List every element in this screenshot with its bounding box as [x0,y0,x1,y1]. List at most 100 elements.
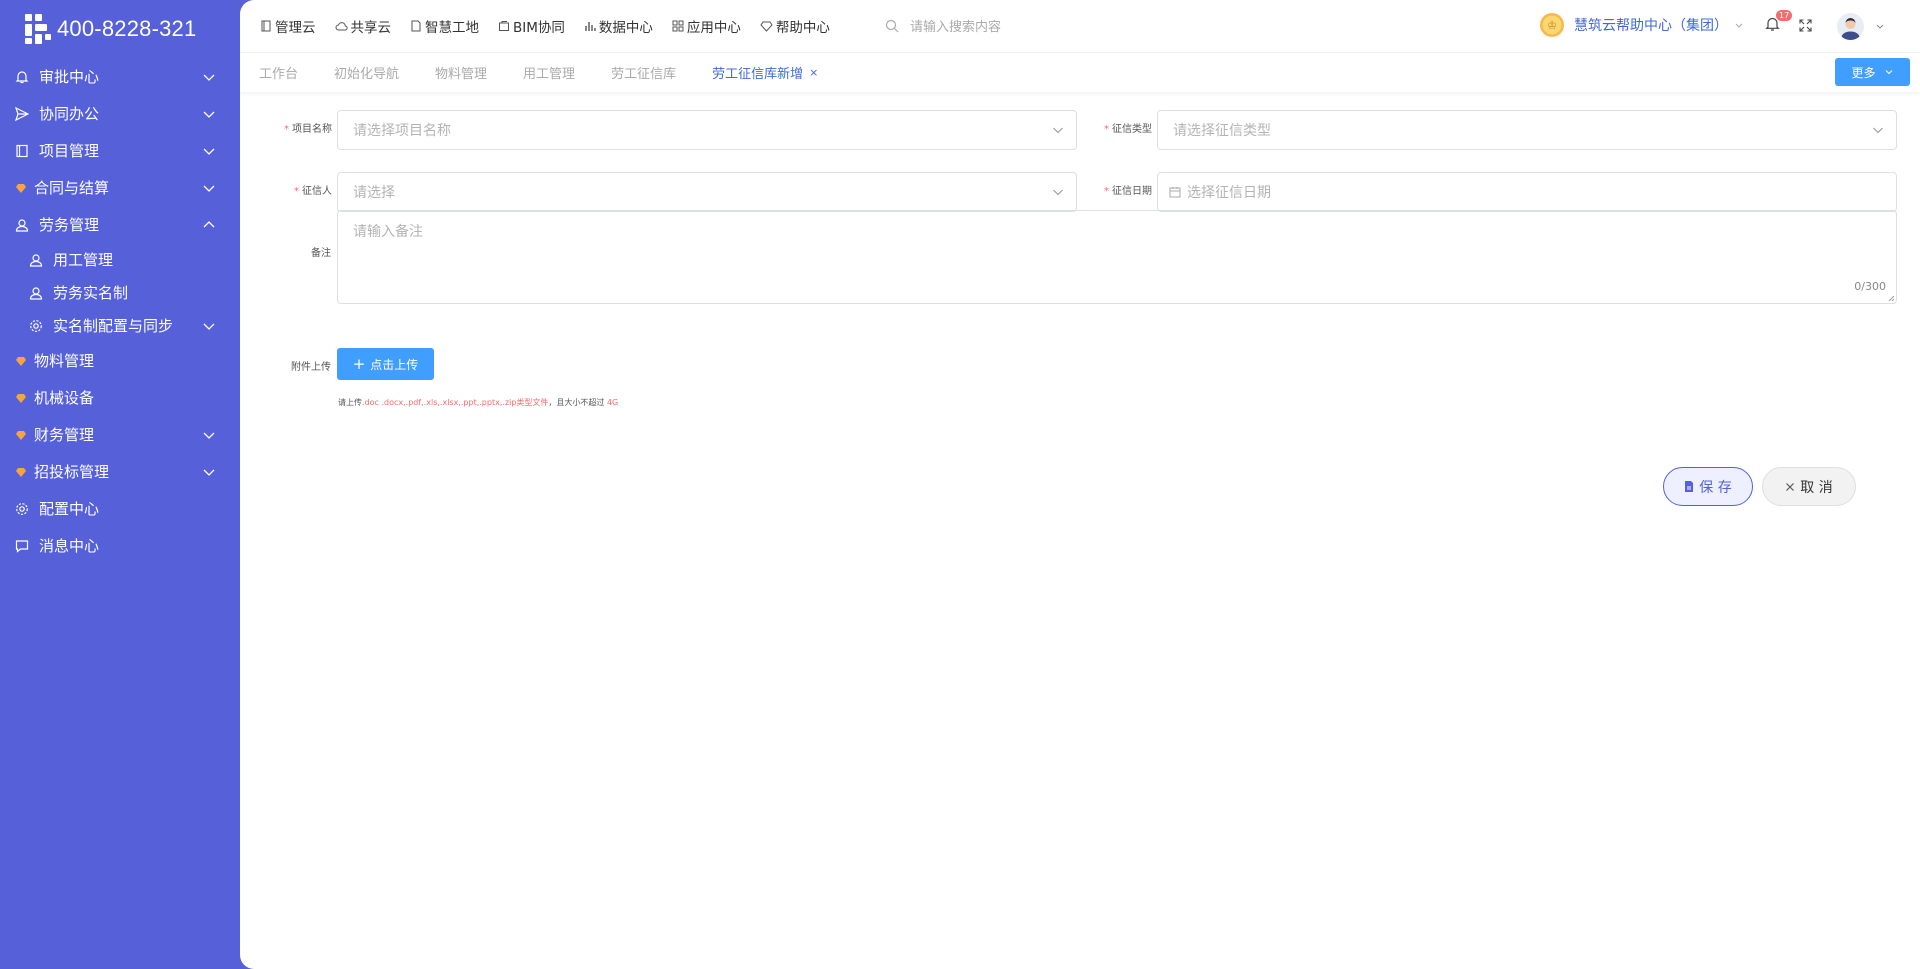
sidebar-item-labor[interactable]: 劳务管理 [0,206,240,243]
tab-employment[interactable]: 用工管理 [523,63,575,82]
sidebar-item-approval[interactable]: 审批中心 [0,58,240,95]
credit-person-select[interactable]: 请选择 [337,172,1077,212]
sidebar-item-project[interactable]: 项目管理 [0,132,240,169]
topnav-help-center[interactable]: 帮助中心 [760,16,830,36]
chat-icon [14,538,30,554]
tab-materials[interactable]: 物料管理 [435,63,487,82]
credit-person-label: * 征信人 [294,186,332,197]
topnav-label: 管理云 [275,20,316,36]
fullscreen-icon[interactable] [1799,19,1812,32]
upload-hint: 请上传.doc .docx,.pdf,.xls,.xlsx,.ppt,.pptx… [338,398,619,407]
tab-label: 劳工征信库新增 [712,67,804,82]
tab-label: 初始化导航 [334,67,400,82]
logo[interactable]: 400-8228-321 [0,0,240,58]
sidebar: 400-8228-321 审批中心 协同办公 项目管理 合同与结算 劳务管理 用… [0,0,240,969]
sidebar-item-messages[interactable]: 消息中心 [0,527,240,564]
topnav-management-cloud[interactable]: 管理云 [260,16,316,36]
sidebar-item-label: 协同办公 [39,105,100,123]
top-nav: 管理云 共享云 智慧工地 BIM协同 数据中心 应用中心 帮助中心 [260,16,849,36]
top-bar: 管理云 共享云 智慧工地 BIM协同 数据中心 应用中心 帮助中心 请输入搜索内… [240,0,1920,52]
sidebar-item-real-name-config[interactable]: 实名制配置与同步 [0,309,240,342]
chevron-down-icon [1053,127,1063,134]
sidebar-item-materials[interactable]: 物料管理 [0,342,240,379]
gear-icon [14,501,30,517]
sidebar-nav: 审批中心 协同办公 项目管理 合同与结算 劳务管理 用工管理 劳务实名制 实名制… [0,58,240,564]
cancel-button[interactable]: 取 消 [1762,467,1856,506]
tab-label: 物料管理 [435,67,488,82]
close-icon[interactable]: × [809,66,818,79]
sidebar-item-collaboration[interactable]: 协同办公 [0,95,240,132]
sidebar-item-label: 项目管理 [39,142,100,160]
attachment-label: 附件上传 [291,362,331,373]
search-icon [885,19,899,32]
tab-workbench[interactable]: 工作台 [259,63,298,82]
upload-button[interactable]: + 点击上传 [337,348,434,380]
search-input[interactable]: 请输入搜索内容 [910,16,1001,35]
credit-type-placeholder: 请选择征信类型 [1173,123,1271,139]
sidebar-item-machinery[interactable]: 机械设备 [0,379,240,416]
hotline-number: 400-8228-321 [57,16,197,41]
sidebar-item-bidding[interactable]: 招投标管理 [0,453,240,490]
sidebar-item-config[interactable]: 配置中心 [0,490,240,527]
chevron-down-icon [203,111,215,118]
gem-icon [16,393,26,403]
more-label: 更多 [1851,65,1876,80]
document-icon [411,20,421,32]
topnav-label: 数据中心 [598,20,653,36]
chevron-down-icon[interactable] [1875,21,1885,31]
credit-type-select[interactable]: 请选择征信类型 [1157,110,1897,150]
sidebar-item-employment[interactable]: 用工管理 [0,243,240,276]
sidebar-item-real-name[interactable]: 劳务实名制 [0,276,240,309]
gem-icon [16,356,26,366]
credit-date-picker[interactable]: 选择征信日期 [1157,172,1897,212]
resize-handle-icon[interactable] [1887,294,1895,302]
more-button[interactable]: 更多 [1835,58,1910,86]
tab-credit-library[interactable]: 劳工征信库 [611,63,676,82]
bell-icon [14,69,30,85]
bim-icon [499,21,509,31]
save-button[interactable]: 保 存 [1663,467,1753,506]
calendar-icon [1169,187,1181,198]
topnav-label: BIM协同 [513,20,565,36]
gear-icon [28,318,44,334]
chevron-down-icon [203,432,215,439]
sidebar-item-finance[interactable]: 财务管理 [0,416,240,453]
sidebar-item-label: 合同与结算 [34,179,110,197]
gem-icon [16,430,26,440]
close-icon [1786,482,1795,491]
chevron-down-icon [1735,23,1743,28]
chevron-up-icon [203,220,215,227]
tab-credit-library-new[interactable]: 劳工征信库新增 × [712,63,818,82]
topnav-label: 帮助中心 [775,20,830,36]
topnav-shared-cloud[interactable]: 共享云 [335,16,391,36]
topnav-bim[interactable]: BIM协同 [498,16,565,36]
remark-textarea[interactable]: 请输入备注 0/300 [337,210,1897,304]
main-panel: 管理云 共享云 智慧工地 BIM协同 数据中心 应用中心 帮助中心 请输入搜索内… [240,0,1920,969]
topnav-smart-site[interactable]: 智慧工地 [410,16,479,36]
remark-label: 备注 [311,248,331,259]
tab-label: 用工管理 [523,67,576,82]
sidebar-item-label: 招投标管理 [34,463,110,481]
credit-date-placeholder: 选择征信日期 [1187,185,1271,201]
org-switcher[interactable]: ♔ 慧筑云帮助中心（集团） [1540,13,1744,37]
credit-form: * 项目名称 请选择项目名称 * 征信类型 请选择征信类型 * 征信人 请选择 * 征信… [240,92,1920,969]
notification-badge: 17 [1776,10,1793,21]
chevron-down-icon [203,185,215,192]
sidebar-item-contract[interactable]: 合同与结算 [0,169,240,206]
project-name-select[interactable]: 请选择项目名称 [337,110,1077,150]
cloud-icon [335,22,348,31]
topnav-label: 应用中心 [686,20,741,36]
remark-char-counter: 0/300 [1854,280,1886,293]
avatar[interactable] [1837,13,1864,40]
topnav-data-center[interactable]: 数据中心 [584,16,653,36]
global-search[interactable]: 请输入搜索内容 [885,16,1001,35]
tab-label: 工作台 [259,67,299,82]
sidebar-item-label: 劳务管理 [39,216,100,234]
project-name-placeholder: 请选择项目名称 [353,123,451,139]
sidebar-item-label: 用工管理 [53,251,114,269]
user-icon [28,285,44,301]
tab-init-guide[interactable]: 初始化导航 [334,63,399,82]
topnav-app-center[interactable]: 应用中心 [672,16,741,36]
book-icon [14,143,30,159]
logo-icon [25,14,55,44]
